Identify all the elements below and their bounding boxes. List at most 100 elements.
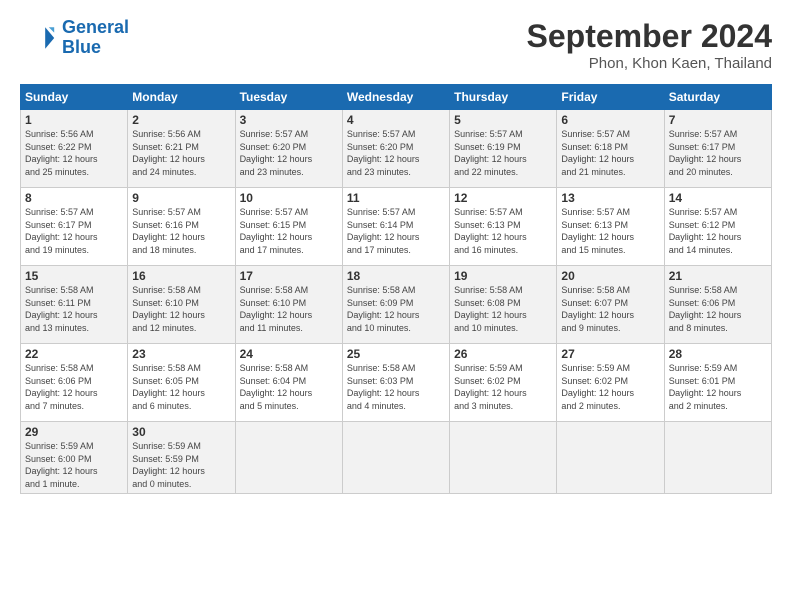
- calendar-cell: 27Sunrise: 5:59 AMSunset: 6:02 PMDayligh…: [557, 344, 664, 422]
- calendar-cell: 5Sunrise: 5:57 AMSunset: 6:19 PMDaylight…: [450, 110, 557, 188]
- calendar-cell: 20Sunrise: 5:58 AMSunset: 6:07 PMDayligh…: [557, 266, 664, 344]
- day-info: Sunrise: 5:58 AMSunset: 6:09 PMDaylight:…: [347, 284, 445, 334]
- day-number: 4: [347, 113, 445, 127]
- day-number: 14: [669, 191, 767, 205]
- weekday-header-row: SundayMondayTuesdayWednesdayThursdayFrid…: [21, 85, 772, 110]
- calendar-week-2: 8Sunrise: 5:57 AMSunset: 6:17 PMDaylight…: [21, 188, 772, 266]
- day-info: Sunrise: 5:58 AMSunset: 6:07 PMDaylight:…: [561, 284, 659, 334]
- day-number: 19: [454, 269, 552, 283]
- calendar-table: SundayMondayTuesdayWednesdayThursdayFrid…: [20, 84, 772, 494]
- day-info: Sunrise: 5:58 AMSunset: 6:06 PMDaylight:…: [669, 284, 767, 334]
- day-number: 24: [240, 347, 338, 361]
- logo-text: General Blue: [62, 18, 129, 58]
- day-number: 27: [561, 347, 659, 361]
- day-info: Sunrise: 5:58 AMSunset: 6:08 PMDaylight:…: [454, 284, 552, 334]
- weekday-saturday: Saturday: [664, 85, 771, 110]
- calendar-cell: 22Sunrise: 5:58 AMSunset: 6:06 PMDayligh…: [21, 344, 128, 422]
- logo: General Blue: [20, 18, 129, 58]
- logo-general: General: [62, 17, 129, 37]
- day-info: Sunrise: 5:58 AMSunset: 6:03 PMDaylight:…: [347, 362, 445, 412]
- weekday-tuesday: Tuesday: [235, 85, 342, 110]
- day-number: 3: [240, 113, 338, 127]
- calendar-week-5: 29Sunrise: 5:59 AMSunset: 6:00 PMDayligh…: [21, 422, 772, 494]
- day-number: 30: [132, 425, 230, 439]
- calendar-cell: 19Sunrise: 5:58 AMSunset: 6:08 PMDayligh…: [450, 266, 557, 344]
- calendar-cell: 8Sunrise: 5:57 AMSunset: 6:17 PMDaylight…: [21, 188, 128, 266]
- day-number: 8: [25, 191, 123, 205]
- calendar-cell: 17Sunrise: 5:58 AMSunset: 6:10 PMDayligh…: [235, 266, 342, 344]
- day-number: 12: [454, 191, 552, 205]
- day-info: Sunrise: 5:57 AMSunset: 6:19 PMDaylight:…: [454, 128, 552, 178]
- day-info: Sunrise: 5:58 AMSunset: 6:04 PMDaylight:…: [240, 362, 338, 412]
- day-info: Sunrise: 5:57 AMSunset: 6:20 PMDaylight:…: [240, 128, 338, 178]
- day-number: 28: [669, 347, 767, 361]
- day-number: 15: [25, 269, 123, 283]
- day-number: 13: [561, 191, 659, 205]
- weekday-thursday: Thursday: [450, 85, 557, 110]
- calendar-week-3: 15Sunrise: 5:58 AMSunset: 6:11 PMDayligh…: [21, 266, 772, 344]
- day-number: 20: [561, 269, 659, 283]
- calendar-cell: 29Sunrise: 5:59 AMSunset: 6:00 PMDayligh…: [21, 422, 128, 494]
- logo-blue: Blue: [62, 37, 101, 57]
- day-info: Sunrise: 5:57 AMSunset: 6:14 PMDaylight:…: [347, 206, 445, 256]
- day-info: Sunrise: 5:59 AMSunset: 6:02 PMDaylight:…: [561, 362, 659, 412]
- day-info: Sunrise: 5:57 AMSunset: 6:13 PMDaylight:…: [454, 206, 552, 256]
- calendar-cell: [450, 422, 557, 494]
- day-info: Sunrise: 5:57 AMSunset: 6:13 PMDaylight:…: [561, 206, 659, 256]
- day-number: 1: [25, 113, 123, 127]
- calendar-cell: 25Sunrise: 5:58 AMSunset: 6:03 PMDayligh…: [342, 344, 449, 422]
- day-number: 10: [240, 191, 338, 205]
- calendar-cell: 16Sunrise: 5:58 AMSunset: 6:10 PMDayligh…: [128, 266, 235, 344]
- weekday-monday: Monday: [128, 85, 235, 110]
- day-info: Sunrise: 5:56 AMSunset: 6:21 PMDaylight:…: [132, 128, 230, 178]
- day-info: Sunrise: 5:58 AMSunset: 6:06 PMDaylight:…: [25, 362, 123, 412]
- day-number: 5: [454, 113, 552, 127]
- day-number: 21: [669, 269, 767, 283]
- location: Phon, Khon Kaen, Thailand: [527, 55, 772, 72]
- day-info: Sunrise: 5:57 AMSunset: 6:20 PMDaylight:…: [347, 128, 445, 178]
- calendar-week-1: 1Sunrise: 5:56 AMSunset: 6:22 PMDaylight…: [21, 110, 772, 188]
- calendar-cell: 11Sunrise: 5:57 AMSunset: 6:14 PMDayligh…: [342, 188, 449, 266]
- header: General Blue September 2024 Phon, Khon K…: [20, 18, 772, 72]
- month-title: September 2024: [527, 18, 772, 55]
- calendar-cell: 18Sunrise: 5:58 AMSunset: 6:09 PMDayligh…: [342, 266, 449, 344]
- calendar-cell: 14Sunrise: 5:57 AMSunset: 6:12 PMDayligh…: [664, 188, 771, 266]
- calendar-cell: 9Sunrise: 5:57 AMSunset: 6:16 PMDaylight…: [128, 188, 235, 266]
- day-number: 29: [25, 425, 123, 439]
- day-number: 2: [132, 113, 230, 127]
- logo-icon: [20, 20, 56, 56]
- day-number: 18: [347, 269, 445, 283]
- day-info: Sunrise: 5:58 AMSunset: 6:11 PMDaylight:…: [25, 284, 123, 334]
- day-info: Sunrise: 5:57 AMSunset: 6:17 PMDaylight:…: [25, 206, 123, 256]
- weekday-friday: Friday: [557, 85, 664, 110]
- day-info: Sunrise: 5:58 AMSunset: 6:10 PMDaylight:…: [240, 284, 338, 334]
- weekday-sunday: Sunday: [21, 85, 128, 110]
- weekday-wednesday: Wednesday: [342, 85, 449, 110]
- calendar-cell: 3Sunrise: 5:57 AMSunset: 6:20 PMDaylight…: [235, 110, 342, 188]
- calendar-cell: 26Sunrise: 5:59 AMSunset: 6:02 PMDayligh…: [450, 344, 557, 422]
- calendar-cell: 2Sunrise: 5:56 AMSunset: 6:21 PMDaylight…: [128, 110, 235, 188]
- calendar-cell: 23Sunrise: 5:58 AMSunset: 6:05 PMDayligh…: [128, 344, 235, 422]
- day-info: Sunrise: 5:57 AMSunset: 6:16 PMDaylight:…: [132, 206, 230, 256]
- day-info: Sunrise: 5:57 AMSunset: 6:15 PMDaylight:…: [240, 206, 338, 256]
- day-number: 16: [132, 269, 230, 283]
- calendar-cell: 10Sunrise: 5:57 AMSunset: 6:15 PMDayligh…: [235, 188, 342, 266]
- day-number: 22: [25, 347, 123, 361]
- day-number: 26: [454, 347, 552, 361]
- day-info: Sunrise: 5:59 AMSunset: 6:01 PMDaylight:…: [669, 362, 767, 412]
- calendar-cell: 12Sunrise: 5:57 AMSunset: 6:13 PMDayligh…: [450, 188, 557, 266]
- day-info: Sunrise: 5:57 AMSunset: 6:18 PMDaylight:…: [561, 128, 659, 178]
- calendar-cell: 4Sunrise: 5:57 AMSunset: 6:20 PMDaylight…: [342, 110, 449, 188]
- day-number: 17: [240, 269, 338, 283]
- day-info: Sunrise: 5:59 AMSunset: 6:00 PMDaylight:…: [25, 440, 123, 490]
- calendar-cell: 24Sunrise: 5:58 AMSunset: 6:04 PMDayligh…: [235, 344, 342, 422]
- day-number: 11: [347, 191, 445, 205]
- calendar-cell: 30Sunrise: 5:59 AMSunset: 5:59 PMDayligh…: [128, 422, 235, 494]
- day-info: Sunrise: 5:59 AMSunset: 6:02 PMDaylight:…: [454, 362, 552, 412]
- calendar-cell: 6Sunrise: 5:57 AMSunset: 6:18 PMDaylight…: [557, 110, 664, 188]
- calendar-cell: 13Sunrise: 5:57 AMSunset: 6:13 PMDayligh…: [557, 188, 664, 266]
- day-number: 9: [132, 191, 230, 205]
- calendar-cell: 7Sunrise: 5:57 AMSunset: 6:17 PMDaylight…: [664, 110, 771, 188]
- calendar-cell: [342, 422, 449, 494]
- calendar-cell: [664, 422, 771, 494]
